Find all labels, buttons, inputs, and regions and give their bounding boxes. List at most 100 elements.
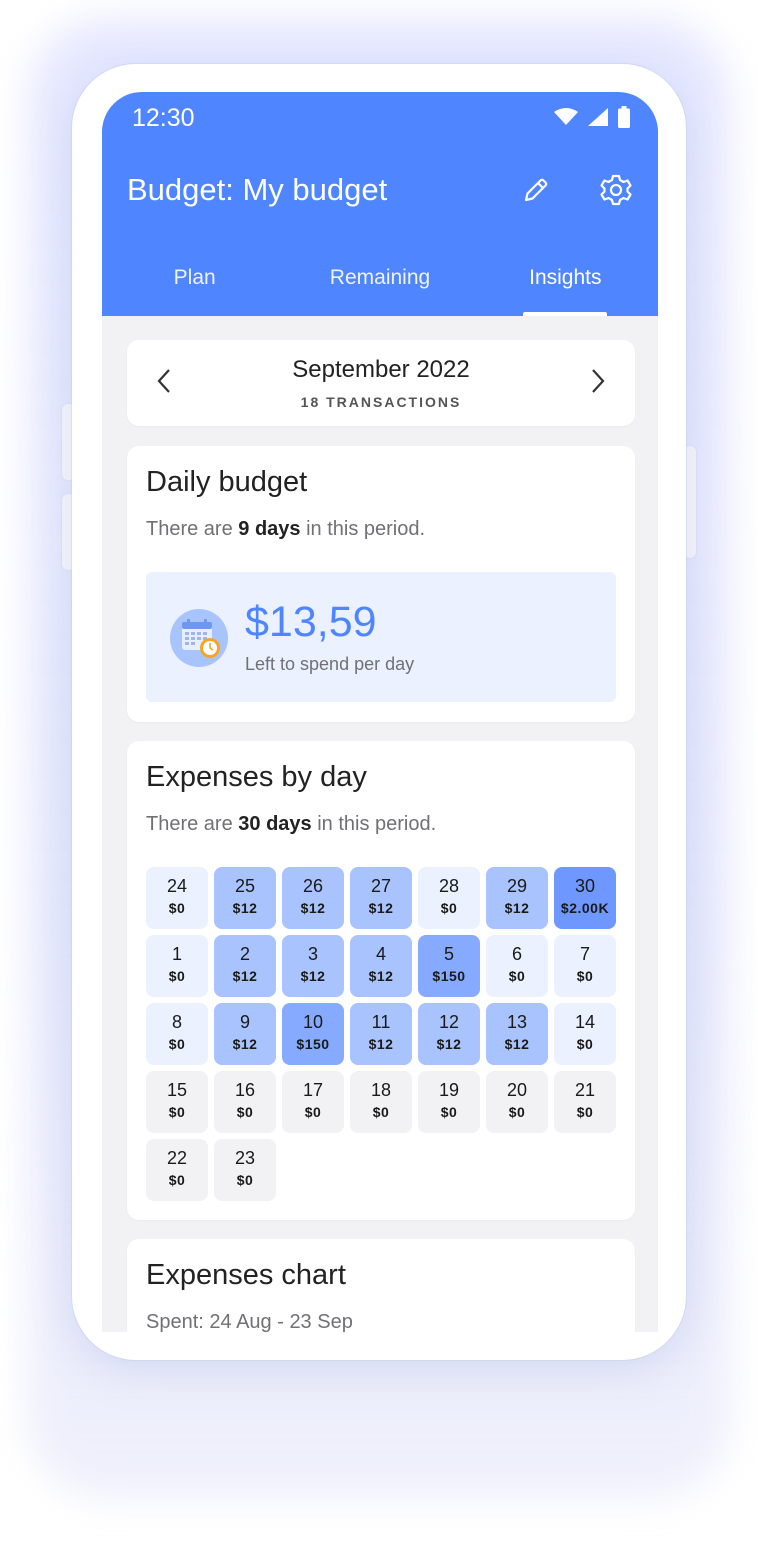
- day-cell[interactable]: 26 $12: [282, 867, 344, 929]
- day-amount: $0: [168, 968, 186, 984]
- day-amount: $12: [232, 900, 258, 916]
- day-amount: $0: [508, 1104, 526, 1120]
- tab-insights[interactable]: Insights: [473, 260, 658, 316]
- day-number: 12: [438, 1012, 460, 1032]
- day-cell[interactable]: 21 $0: [554, 1071, 616, 1133]
- day-number: 2: [239, 944, 250, 964]
- expenses-by-day-card: Expenses by day There are 30 days in thi…: [127, 741, 635, 1220]
- day-cell[interactable]: 25 $12: [214, 867, 276, 929]
- wifi-icon: [554, 108, 578, 131]
- day-cell[interactable]: 29 $12: [486, 867, 548, 929]
- day-cell[interactable]: 24 $0: [146, 867, 208, 929]
- day-number: 22: [166, 1148, 188, 1168]
- day-amount: $0: [236, 1104, 254, 1120]
- day-number: 28: [438, 876, 460, 896]
- day-cell[interactable]: 14 $0: [554, 1003, 616, 1065]
- day-number: 15: [166, 1080, 188, 1100]
- day-number: 14: [574, 1012, 596, 1032]
- daily-budget-subtitle: There are 9 days in this period.: [146, 518, 426, 540]
- day-cell[interactable]: 10 $150: [282, 1003, 344, 1065]
- expenses-chart-subtitle: Spent: 24 Aug - 23 Sep: [146, 1311, 353, 1332]
- day-number: 20: [506, 1080, 528, 1100]
- app-bar: 12:30 Budget: My budget Plan Remaining I…: [102, 92, 658, 316]
- day-cell[interactable]: 2 $12: [214, 935, 276, 997]
- day-amount: $12: [232, 1036, 258, 1052]
- day-number: 19: [438, 1080, 460, 1100]
- day-cell[interactable]: 4 $12: [350, 935, 412, 997]
- day-cell[interactable]: 18 $0: [350, 1071, 412, 1133]
- day-cell[interactable]: 12 $12: [418, 1003, 480, 1065]
- day-amount: $0: [576, 1104, 594, 1120]
- day-amount: $0: [440, 900, 458, 916]
- day-amount: $2.00K: [560, 900, 610, 916]
- day-number: 30: [574, 876, 596, 896]
- day-cell[interactable]: 8 $0: [146, 1003, 208, 1065]
- day-cell[interactable]: 28 $0: [418, 867, 480, 929]
- day-amount: $0: [508, 968, 526, 984]
- day-amount: $0: [576, 1036, 594, 1052]
- day-number: 6: [511, 944, 522, 964]
- calendar-clock-icon: [170, 609, 228, 667]
- daily-budget-amount: $13,59: [245, 598, 377, 646]
- day-amount: $0: [168, 900, 186, 916]
- next-period-button[interactable]: [585, 368, 611, 398]
- day-amount: $0: [236, 1172, 254, 1188]
- edit-button[interactable]: [518, 174, 554, 210]
- day-amount: $12: [504, 1036, 530, 1052]
- day-cell[interactable]: 7 $0: [554, 935, 616, 997]
- day-cell[interactable]: 5 $150: [418, 935, 480, 997]
- app-title: Budget: My budget: [127, 172, 388, 207]
- day-cell[interactable]: 30 $2.00K: [554, 867, 616, 929]
- day-cell[interactable]: 3 $12: [282, 935, 344, 997]
- day-number: 3: [307, 944, 318, 964]
- tab-bar: Plan Remaining Insights: [102, 260, 658, 316]
- status-icons: [554, 106, 630, 133]
- day-amount: $150: [432, 968, 466, 984]
- day-cell[interactable]: 20 $0: [486, 1071, 548, 1133]
- tab-remaining[interactable]: Remaining: [287, 260, 472, 316]
- day-number: 25: [234, 876, 256, 896]
- day-cell[interactable]: 11 $12: [350, 1003, 412, 1065]
- period-selector: September 2022 18 TRANSACTIONS: [127, 340, 635, 426]
- day-cell[interactable]: 27 $12: [350, 867, 412, 929]
- day-cell[interactable]: 13 $12: [486, 1003, 548, 1065]
- status-time: 12:30: [132, 104, 195, 132]
- day-number: 26: [302, 876, 324, 896]
- day-cell[interactable]: 6 $0: [486, 935, 548, 997]
- signal-icon: [588, 108, 608, 131]
- day-number: 27: [370, 876, 392, 896]
- app-screen: 12:30 Budget: My budget Plan Remaining I…: [102, 92, 658, 1332]
- day-amount: $0: [304, 1104, 322, 1120]
- day-cell[interactable]: 9 $12: [214, 1003, 276, 1065]
- day-number: 13: [506, 1012, 528, 1032]
- day-cell[interactable]: 17 $0: [282, 1071, 344, 1133]
- day-number: 11: [371, 1012, 391, 1032]
- day-cell[interactable]: 19 $0: [418, 1071, 480, 1133]
- day-amount: $12: [368, 1036, 394, 1052]
- day-amount: $12: [300, 968, 326, 984]
- daily-budget-label: Left to spend per day: [245, 654, 415, 674]
- gear-icon: [599, 173, 633, 212]
- day-cell[interactable]: 23 $0: [214, 1139, 276, 1201]
- day-cell[interactable]: 15 $0: [146, 1071, 208, 1133]
- expenses-chart-title: Expenses chart: [146, 1259, 346, 1291]
- day-number: 16: [234, 1080, 256, 1100]
- day-amount: $0: [168, 1172, 186, 1188]
- tab-plan[interactable]: Plan: [102, 260, 287, 316]
- day-number: 18: [370, 1080, 392, 1100]
- day-amount: $12: [368, 968, 394, 984]
- day-cell[interactable]: 1 $0: [146, 935, 208, 997]
- day-amount: $12: [436, 1036, 462, 1052]
- daily-budget-title: Daily budget: [146, 466, 308, 498]
- day-number: 4: [375, 944, 386, 964]
- day-cell[interactable]: 16 $0: [214, 1071, 276, 1133]
- settings-button[interactable]: [598, 174, 634, 210]
- day-number: 21: [574, 1080, 596, 1100]
- expenses-by-day-title: Expenses by day: [146, 761, 367, 793]
- day-amount: $0: [576, 968, 594, 984]
- expenses-days-count: 30 days: [238, 813, 312, 835]
- battery-icon: [618, 106, 630, 133]
- day-number: 29: [506, 876, 528, 896]
- day-amount: $12: [368, 900, 394, 916]
- day-cell[interactable]: 22 $0: [146, 1139, 208, 1201]
